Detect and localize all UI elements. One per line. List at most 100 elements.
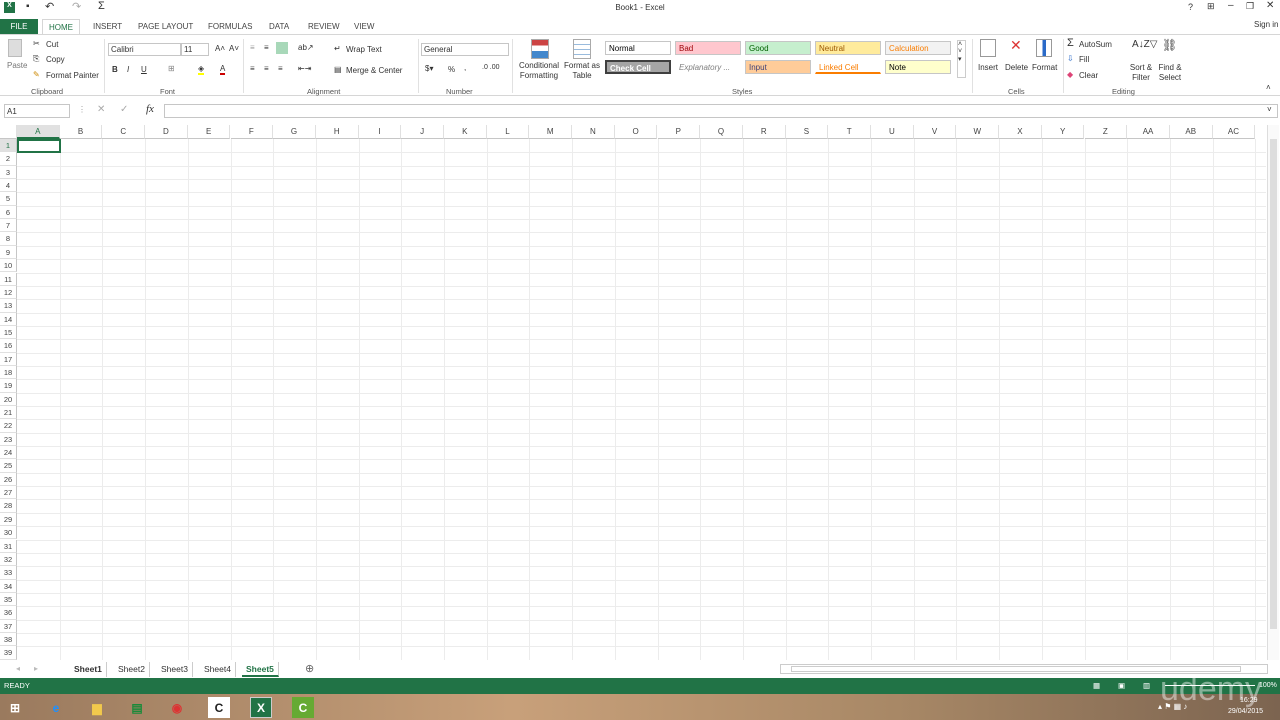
column-header[interactable]: P bbox=[657, 125, 701, 139]
font-color-icon[interactable]: A bbox=[220, 64, 226, 75]
autosum-icon[interactable]: Σ bbox=[98, 0, 105, 12]
percent-button[interactable]: % bbox=[448, 65, 455, 74]
redo-icon[interactable]: ↷ bbox=[72, 0, 81, 13]
paste-icon[interactable] bbox=[8, 39, 22, 57]
row-header[interactable]: 18 bbox=[0, 365, 17, 380]
column-header[interactable]: T bbox=[828, 125, 871, 139]
font-name-dropdown[interactable]: Calibri bbox=[108, 43, 181, 56]
sheet-tab-sheet1[interactable]: Sheet1 bbox=[70, 662, 107, 677]
row-header[interactable]: 11 bbox=[0, 272, 17, 286]
delete-button[interactable]: Delete bbox=[1005, 63, 1028, 72]
row-header[interactable]: 2 bbox=[0, 152, 17, 166]
row-header[interactable]: 28 bbox=[0, 499, 17, 513]
merge-center-button[interactable]: Merge & Center bbox=[346, 66, 402, 75]
column-header[interactable]: I bbox=[358, 125, 402, 139]
column-header[interactable]: N bbox=[572, 125, 615, 139]
column-header[interactable]: Z bbox=[1084, 125, 1128, 139]
cell-style-check-cell[interactable]: Check Cell bbox=[605, 60, 671, 74]
excel-taskbar-icon[interactable]: X bbox=[250, 697, 272, 718]
sheet-tab-sheet3[interactable]: Sheet3 bbox=[157, 662, 193, 677]
grow-font-icon[interactable]: A˄ bbox=[215, 44, 225, 53]
page-break-view-icon[interactable]: ▥ bbox=[1143, 678, 1150, 694]
row-header[interactable]: 19 bbox=[0, 379, 17, 393]
column-header[interactable]: O bbox=[614, 125, 658, 139]
row-header[interactable]: 5 bbox=[0, 192, 17, 206]
sign-in-link[interactable]: Sign in bbox=[1254, 20, 1278, 29]
cell-style-note[interactable]: Note bbox=[885, 60, 951, 74]
formula-input[interactable] bbox=[164, 104, 1278, 118]
align-bottom-icon[interactable] bbox=[276, 42, 288, 54]
insert-function-button[interactable]: fx bbox=[146, 103, 154, 115]
column-header[interactable]: J bbox=[401, 125, 444, 139]
column-header[interactable]: A bbox=[17, 125, 60, 139]
prev-sheet-icon[interactable]: ◂ bbox=[16, 664, 20, 673]
camtasia-icon[interactable]: C bbox=[208, 697, 230, 718]
column-header[interactable]: F bbox=[230, 125, 274, 139]
row-header[interactable]: 21 bbox=[0, 406, 17, 420]
next-sheet-icon[interactable]: ▸ bbox=[34, 664, 38, 673]
undo-icon[interactable]: ↶ bbox=[45, 0, 54, 13]
column-header[interactable]: D bbox=[145, 125, 188, 139]
row-header[interactable]: 14 bbox=[0, 312, 17, 326]
row-header[interactable]: 3 bbox=[0, 165, 17, 180]
spreadsheet-app-icon[interactable]: ▤ bbox=[126, 697, 148, 718]
sheet-tab-sheet2[interactable]: Sheet2 bbox=[114, 662, 150, 677]
align-middle-icon[interactable]: ≡ bbox=[264, 43, 269, 52]
conditional-formatting-button[interactable]: Conditional Formatting bbox=[516, 61, 562, 81]
cut-button[interactable]: Cut bbox=[46, 40, 58, 49]
paste-button[interactable]: Paste bbox=[7, 61, 27, 70]
name-box[interactable]: A1 bbox=[4, 104, 70, 118]
column-header[interactable]: U bbox=[871, 125, 914, 139]
new-sheet-icon[interactable]: ⊕ bbox=[305, 662, 314, 675]
sheet-tab-sheet4[interactable]: Sheet4 bbox=[200, 662, 236, 677]
close-button[interactable]: ✕ bbox=[1266, 0, 1274, 11]
worksheet-grid[interactable]: A B C D E F G H I J K L M N O P Q R S T U V W X Y Z AA AB AC 1 2 3 4 5 6 7 8… bbox=[0, 125, 1266, 660]
column-header[interactable]: R bbox=[742, 125, 786, 139]
tab-view[interactable]: VIEW bbox=[348, 19, 380, 34]
page-layout-view-icon[interactable]: ▣ bbox=[1118, 678, 1125, 694]
recorder-icon[interactable]: C bbox=[292, 697, 314, 718]
column-header[interactable]: V bbox=[913, 125, 957, 139]
indent-icon[interactable]: ⇤⇥ bbox=[298, 64, 311, 73]
tab-formulas[interactable]: FORMULAS bbox=[202, 19, 258, 34]
row-header[interactable]: 7 bbox=[0, 219, 17, 233]
file-explorer-icon[interactable]: ▆ bbox=[86, 697, 108, 718]
sheet-tab-sheet5[interactable]: Sheet5 bbox=[242, 662, 279, 677]
shrink-font-icon[interactable]: A˅ bbox=[229, 44, 239, 53]
row-header[interactable]: 1 bbox=[0, 139, 17, 153]
tab-insert[interactable]: INSERT bbox=[87, 19, 128, 34]
column-header[interactable]: X bbox=[999, 125, 1042, 139]
internet-explorer-icon[interactable]: e bbox=[45, 697, 67, 718]
cell-style-good[interactable]: Good bbox=[745, 41, 811, 55]
row-header[interactable]: 37 bbox=[0, 619, 17, 633]
row-header[interactable]: 39 bbox=[0, 646, 17, 660]
chrome-icon[interactable]: ◉ bbox=[166, 697, 188, 718]
row-header[interactable]: 12 bbox=[0, 285, 17, 300]
format-painter-button[interactable]: Format Painter bbox=[46, 71, 99, 80]
align-right-icon[interactable]: ≡ bbox=[278, 64, 283, 73]
row-header[interactable]: 38 bbox=[0, 632, 17, 647]
row-header[interactable]: 15 bbox=[0, 325, 17, 340]
column-header[interactable]: K bbox=[444, 125, 487, 139]
align-center-icon[interactable]: ≡ bbox=[264, 64, 269, 73]
enter-icon[interactable]: ✓ bbox=[120, 104, 128, 115]
number-format-dropdown[interactable]: General bbox=[421, 43, 509, 56]
underline-button[interactable]: U bbox=[141, 65, 147, 74]
column-header[interactable]: H bbox=[315, 125, 359, 139]
cell-style-normal[interactable]: Normal bbox=[605, 41, 671, 55]
styles-scroll[interactable]: ˄ ˅ ▾ bbox=[957, 40, 966, 78]
column-header[interactable]: AB bbox=[1169, 125, 1213, 139]
tab-file[interactable]: FILE bbox=[0, 19, 38, 34]
cell-style-calculation[interactable]: Calculation bbox=[885, 41, 951, 55]
row-header[interactable]: 8 bbox=[0, 232, 17, 246]
column-header[interactable]: S bbox=[785, 125, 829, 139]
row-header[interactable]: 25 bbox=[0, 459, 17, 473]
column-header[interactable]: L bbox=[486, 125, 530, 139]
cell-style-explanatory[interactable]: Explanatory ... bbox=[675, 60, 741, 74]
align-left-icon[interactable]: ≡ bbox=[250, 64, 255, 73]
column-header[interactable]: G bbox=[273, 125, 316, 139]
format-as-table-button[interactable]: Format as Table bbox=[563, 61, 601, 81]
column-header[interactable]: M bbox=[529, 125, 573, 139]
row-header[interactable]: 29 bbox=[0, 512, 17, 527]
italic-button[interactable]: I bbox=[127, 65, 129, 74]
